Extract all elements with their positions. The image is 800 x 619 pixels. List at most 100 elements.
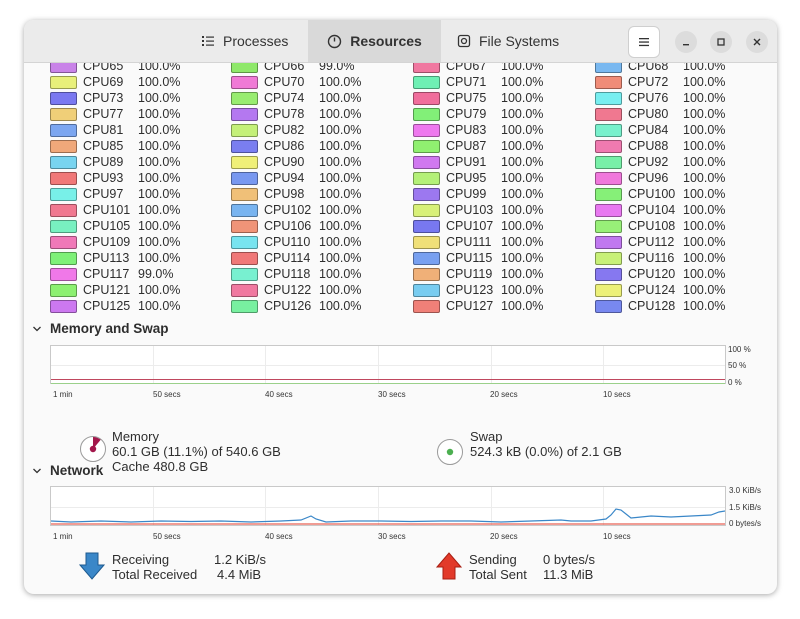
cpu-legend-item[interactable]: CPU72 100.0% [595,74,725,90]
cpu-legend-item[interactable]: CPU71 100.0% [413,74,543,90]
cpu-color-swatch[interactable] [231,187,258,201]
network-section-header[interactable]: Network [32,463,103,478]
cpu-legend-item[interactable]: CPU77 100.0% [50,106,180,122]
cpu-color-swatch[interactable] [50,107,77,121]
cpu-legend-item[interactable]: CPU90 100.0% [231,154,361,170]
cpu-color-swatch[interactable] [413,235,440,249]
cpu-legend-item[interactable]: CPU106 100.0% [231,218,361,234]
cpu-legend-item[interactable]: CPU67 100.0% [413,63,543,74]
cpu-legend-item[interactable]: CPU87 100.0% [413,138,543,154]
cpu-color-swatch[interactable] [595,75,622,89]
cpu-color-swatch[interactable] [231,155,258,169]
cpu-color-swatch[interactable] [595,203,622,217]
cpu-color-swatch[interactable] [50,91,77,105]
cpu-legend-item[interactable]: CPU95 100.0% [413,170,543,186]
cpu-color-swatch[interactable] [50,251,77,265]
resources-view[interactable]: CPU65 100.0% CPU66 99.0% CPU67 100.0% CPU68 100… [24,63,777,594]
cpu-color-swatch[interactable] [595,235,622,249]
cpu-color-swatch[interactable] [413,283,440,297]
cpu-legend-item[interactable]: CPU93 100.0% [50,170,180,186]
cpu-legend-item[interactable]: CPU116 100.0% [595,250,725,266]
cpu-color-swatch[interactable] [231,203,258,217]
cpu-color-swatch[interactable] [595,187,622,201]
cpu-color-swatch[interactable] [231,123,258,137]
cpu-color-swatch[interactable] [50,299,77,313]
cpu-color-swatch[interactable] [413,75,440,89]
cpu-legend-item[interactable]: CPU107 100.0% [413,218,543,234]
cpu-legend-item[interactable]: CPU73 100.0% [50,90,180,106]
cpu-color-swatch[interactable] [231,171,258,185]
cpu-legend-item[interactable]: CPU124 100.0% [595,282,725,298]
cpu-color-swatch[interactable] [595,171,622,185]
cpu-color-swatch[interactable] [50,219,77,233]
cpu-legend-item[interactable]: CPU91 100.0% [413,154,543,170]
tab-resources[interactable]: Resources [308,20,441,62]
cpu-color-swatch[interactable] [231,63,258,73]
cpu-legend-item[interactable]: CPU103 100.0% [413,202,543,218]
cpu-legend-item[interactable]: CPU113 100.0% [50,250,180,266]
cpu-legend-item[interactable]: CPU114 100.0% [231,250,361,266]
cpu-color-swatch[interactable] [50,123,77,137]
cpu-color-swatch[interactable] [413,251,440,265]
cpu-color-swatch[interactable] [231,91,258,105]
cpu-legend-item[interactable]: CPU102 100.0% [231,202,361,218]
cpu-legend-item[interactable]: CPU84 100.0% [595,122,725,138]
cpu-color-swatch[interactable] [413,299,440,313]
cpu-color-swatch[interactable] [50,187,77,201]
cpu-color-swatch[interactable] [413,155,440,169]
cpu-legend-item[interactable]: CPU108 100.0% [595,218,725,234]
cpu-color-swatch[interactable] [231,75,258,89]
cpu-color-swatch[interactable] [231,107,258,121]
cpu-legend-item[interactable]: CPU70 100.0% [231,74,361,90]
cpu-legend-item[interactable]: CPU74 100.0% [231,90,361,106]
cpu-color-swatch[interactable] [595,299,622,313]
cpu-color-swatch[interactable] [595,139,622,153]
cpu-legend-item[interactable]: CPU99 100.0% [413,186,543,202]
cpu-legend-item[interactable]: CPU96 100.0% [595,170,725,186]
close-button[interactable] [746,31,768,53]
cpu-legend-item[interactable]: CPU81 100.0% [50,122,180,138]
cpu-color-swatch[interactable] [231,219,258,233]
cpu-color-swatch[interactable] [231,299,258,313]
cpu-color-swatch[interactable] [50,63,77,73]
cpu-color-swatch[interactable] [595,251,622,265]
cpu-legend-item[interactable]: CPU82 100.0% [231,122,361,138]
cpu-color-swatch[interactable] [413,123,440,137]
memory-pie-icon[interactable] [79,435,107,463]
cpu-color-swatch[interactable] [595,283,622,297]
cpu-legend-item[interactable]: CPU121 100.0% [50,282,180,298]
cpu-legend-item[interactable]: CPU128 100.0% [595,298,725,314]
cpu-legend-item[interactable]: CPU65 100.0% [50,63,180,74]
cpu-color-swatch[interactable] [595,91,622,105]
cpu-color-swatch[interactable] [50,267,77,281]
cpu-legend-item[interactable]: CPU83 100.0% [413,122,543,138]
cpu-color-swatch[interactable] [231,235,258,249]
cpu-legend-item[interactable]: CPU112 100.0% [595,234,725,250]
cpu-legend-item[interactable]: CPU115 100.0% [413,250,543,266]
cpu-color-swatch[interactable] [595,267,622,281]
cpu-legend-item[interactable]: CPU79 100.0% [413,106,543,122]
cpu-color-swatch[interactable] [413,107,440,121]
download-arrow-icon[interactable] [79,552,105,580]
cpu-legend-item[interactable]: CPU88 100.0% [595,138,725,154]
cpu-legend-item[interactable]: CPU123 100.0% [413,282,543,298]
cpu-legend-item[interactable]: CPU122 100.0% [231,282,361,298]
cpu-color-swatch[interactable] [413,91,440,105]
cpu-legend-item[interactable]: CPU78 100.0% [231,106,361,122]
cpu-color-swatch[interactable] [595,123,622,137]
cpu-color-swatch[interactable] [595,219,622,233]
cpu-legend-item[interactable]: CPU86 100.0% [231,138,361,154]
cpu-legend-item[interactable]: CPU127 100.0% [413,298,543,314]
cpu-color-swatch[interactable] [413,267,440,281]
cpu-legend-item[interactable]: CPU98 100.0% [231,186,361,202]
cpu-legend-item[interactable]: CPU75 100.0% [413,90,543,106]
cpu-color-swatch[interactable] [231,139,258,153]
cpu-legend-item[interactable]: CPU126 100.0% [231,298,361,314]
cpu-legend-item[interactable]: CPU111 100.0% [413,234,543,250]
cpu-legend-item[interactable]: CPU68 100.0% [595,63,725,74]
cpu-legend-item[interactable]: CPU66 99.0% [231,63,354,74]
cpu-color-swatch[interactable] [50,155,77,169]
cpu-color-swatch[interactable] [595,107,622,121]
main-menu-button[interactable] [628,26,660,58]
cpu-legend-item[interactable]: CPU104 100.0% [595,202,725,218]
